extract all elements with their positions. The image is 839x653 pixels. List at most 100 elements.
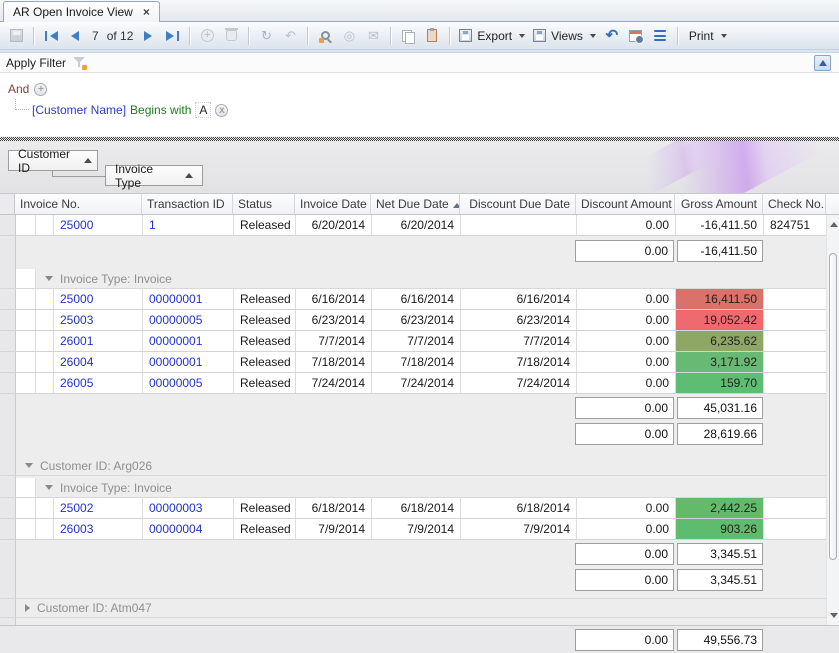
views-dropdown-icon[interactable] <box>590 34 596 38</box>
cell-discount-due-date[interactable]: 7/9/2014 <box>461 519 577 539</box>
cell-invoice-date[interactable]: 6/20/2014 <box>296 215 372 235</box>
cell-invoice-no[interactable]: 25000 <box>54 289 143 309</box>
cell-gross-amount[interactable]: 19,052.42 <box>676 310 764 330</box>
cell-gross-amount[interactable]: 3,171.92 <box>676 352 764 372</box>
cell-transaction-id[interactable]: 00000001 <box>143 289 234 309</box>
views-button[interactable]: Views <box>530 25 599 47</box>
cell-net-due-date[interactable]: 6/18/2014 <box>372 498 461 518</box>
cell-invoice-no[interactable]: 25002 <box>54 498 143 518</box>
cell-discount-amount[interactable]: 0.00 <box>577 310 676 330</box>
group-button-customer-id[interactable]: Customer ID <box>8 150 98 171</box>
table-row[interactable]: 2500300000005Released6/23/20146/23/20146… <box>0 310 826 331</box>
cell-discount-due-date[interactable]: 6/18/2014 <box>461 498 577 518</box>
cell-check-no[interactable] <box>764 310 827 330</box>
cell-transaction-id[interactable]: 00000005 <box>143 373 234 393</box>
cell-transaction-id[interactable]: 00000004 <box>143 519 234 539</box>
cell-status[interactable]: Released <box>234 215 296 235</box>
cell-invoice-date[interactable]: 7/7/2014 <box>296 331 372 351</box>
cell-invoice-date[interactable]: 6/18/2014 <box>296 498 372 518</box>
column-header-gross-amount[interactable]: Gross Amount <box>675 194 763 214</box>
cell-invoice-date[interactable]: 7/18/2014 <box>296 352 372 372</box>
filter-funnel-icon[interactable] <box>73 56 85 69</box>
cell-gross-amount[interactable]: 6,235.62 <box>676 331 764 351</box>
cell-gross-amount[interactable]: 159.70 <box>676 373 764 393</box>
cell-status[interactable]: Released <box>234 498 296 518</box>
cell-check-no[interactable] <box>764 289 827 309</box>
print-button[interactable]: Print <box>684 25 730 47</box>
group-row[interactable]: Customer ID: Arg026 <box>0 456 826 476</box>
cell-discount-amount[interactable]: 0.00 <box>577 289 676 309</box>
cell-check-no[interactable] <box>764 373 827 393</box>
scrollbar-thumb[interactable] <box>829 253 837 560</box>
column-header-net-due-date[interactable]: Net Due Date <box>371 194 460 214</box>
search-button[interactable] <box>314 25 336 47</box>
collapse-group-icon[interactable] <box>45 276 53 281</box>
cell-discount-due-date[interactable]: 7/24/2014 <box>461 373 577 393</box>
cell-invoice-no[interactable]: 26003 <box>54 519 143 539</box>
group-button-invoice-type[interactable]: Invoice Type <box>105 165 203 186</box>
cell-discount-amount[interactable]: 0.00 <box>577 519 676 539</box>
next-record-button[interactable] <box>137 25 159 47</box>
filter-value[interactable]: A <box>195 102 211 118</box>
filter-operator[interactable]: Begins with <box>130 103 191 117</box>
export-dropdown-icon[interactable] <box>519 34 525 38</box>
cell-discount-amount[interactable]: 0.00 <box>577 352 676 372</box>
cell-transaction-id[interactable]: 00000003 <box>143 498 234 518</box>
cell-status[interactable]: Released <box>234 519 296 539</box>
cell-invoice-no[interactable]: 26001 <box>54 331 143 351</box>
cell-net-due-date[interactable]: 7/18/2014 <box>372 352 461 372</box>
undo-layout-button[interactable]: ↶ <box>601 25 623 47</box>
cell-net-due-date[interactable]: 7/7/2014 <box>372 331 461 351</box>
scroll-down-button[interactable] <box>827 608 839 623</box>
table-row[interactable]: 2600300000004Released7/9/20147/9/20147/9… <box>0 519 826 540</box>
column-header-discount-due-date[interactable]: Discount Due Date <box>460 194 576 214</box>
cell-status[interactable]: Released <box>234 373 296 393</box>
collapse-group-icon[interactable] <box>25 463 33 468</box>
cell-net-due-date[interactable]: 6/16/2014 <box>372 289 461 309</box>
group-row[interactable]: Customer ID: Atm047 <box>0 598 826 618</box>
cell-discount-due-date[interactable]: 7/7/2014 <box>461 331 577 351</box>
collapse-group-icon[interactable] <box>45 485 53 490</box>
last-record-button[interactable] <box>161 25 183 47</box>
group-row[interactable]: Invoice Type: Invoice <box>0 478 826 498</box>
cell-check-no[interactable]: 824751 <box>764 215 827 235</box>
cell-discount-due-date[interactable]: 6/23/2014 <box>461 310 577 330</box>
cell-invoice-no[interactable]: 26005 <box>54 373 143 393</box>
cell-discount-due-date[interactable]: 6/16/2014 <box>461 289 577 309</box>
cell-discount-amount[interactable]: 0.00 <box>577 373 676 393</box>
cell-net-due-date[interactable]: 6/20/2014 <box>372 215 461 235</box>
cell-net-due-date[interactable]: 7/9/2014 <box>372 519 461 539</box>
filter-field[interactable]: [Customer Name] <box>32 103 126 117</box>
cell-invoice-date[interactable]: 6/16/2014 <box>296 289 372 309</box>
cell-status[interactable]: Released <box>234 331 296 351</box>
grid-settings-button[interactable] <box>625 25 647 47</box>
table-row[interactable]: 2600100000001Released7/7/20147/7/20147/7… <box>0 331 826 352</box>
cell-transaction-id[interactable]: 1 <box>143 215 234 235</box>
cell-net-due-date[interactable]: 7/24/2014 <box>372 373 461 393</box>
cell-invoice-no[interactable]: 26004 <box>54 352 143 372</box>
column-header-transaction-id[interactable]: Transaction ID <box>142 194 233 214</box>
column-header-status[interactable]: Status <box>233 194 295 214</box>
cell-net-due-date[interactable]: 6/23/2014 <box>372 310 461 330</box>
cell-discount-amount[interactable]: 0.00 <box>577 331 676 351</box>
cell-check-no[interactable] <box>764 352 827 372</box>
layout-menu-button[interactable] <box>649 25 671 47</box>
paste-button[interactable] <box>421 25 443 47</box>
column-header-check-no-[interactable]: Check No. <box>763 194 826 214</box>
print-dropdown-icon[interactable] <box>721 34 727 38</box>
previous-record-button[interactable] <box>64 25 86 47</box>
cell-gross-amount[interactable]: 2,442.25 <box>676 498 764 518</box>
cell-status[interactable]: Released <box>234 352 296 372</box>
copy-button[interactable] <box>397 25 419 47</box>
cell-gross-amount[interactable]: 903.26 <box>676 519 764 539</box>
cell-invoice-date[interactable]: 7/9/2014 <box>296 519 372 539</box>
cell-invoice-no[interactable]: 25000 <box>54 215 143 235</box>
cell-gross-amount[interactable]: -16,411.50 <box>676 215 764 235</box>
cell-discount-due-date[interactable]: 7/18/2014 <box>461 352 577 372</box>
cell-transaction-id[interactable]: 00000005 <box>143 310 234 330</box>
cell-invoice-no[interactable]: 25003 <box>54 310 143 330</box>
cell-discount-due-date[interactable] <box>461 215 577 235</box>
table-row[interactable]: 2500200000003Released6/18/20146/18/20146… <box>0 498 826 519</box>
expand-group-icon[interactable] <box>25 604 30 612</box>
cell-transaction-id[interactable]: 00000001 <box>143 352 234 372</box>
